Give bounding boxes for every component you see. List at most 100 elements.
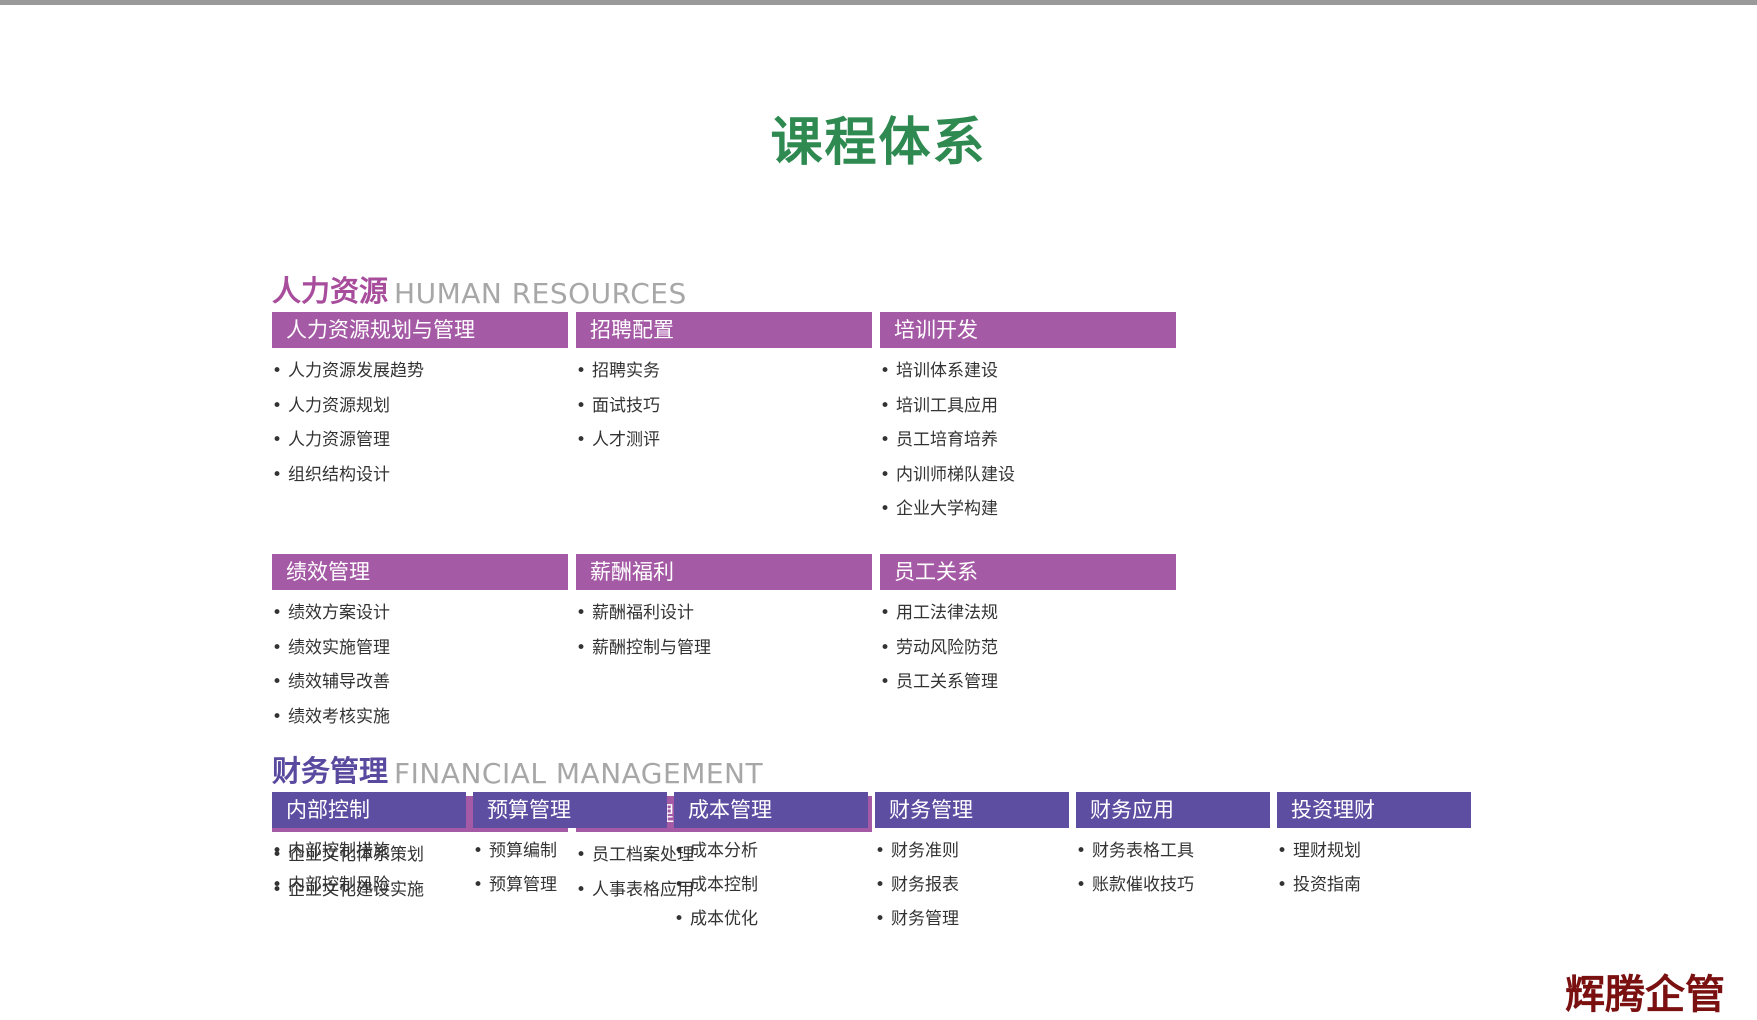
list-item: • 企业大学构建 bbox=[880, 492, 1176, 527]
list-item: • 面试技巧 bbox=[576, 389, 872, 424]
hr-course-list: • 绩效方案设计 • 绩效实施管理 • 绩效辅导改善 • 绩效考核实施 bbox=[272, 596, 568, 734]
list-item: • 绩效方案设计 bbox=[272, 596, 568, 631]
course-label: 成本优化 bbox=[690, 909, 759, 929]
finance-course-list: • 成本分析 • 成本控制 • 成本优化 bbox=[674, 834, 868, 936]
list-item: • 财务报表 bbox=[875, 868, 1069, 902]
bullet-icon: • bbox=[473, 875, 484, 895]
bullet-icon: • bbox=[880, 499, 891, 519]
list-item: • 用工法律法规 bbox=[880, 596, 1176, 631]
list-item: • 组织结构设计 bbox=[272, 458, 568, 493]
bullet-icon: • bbox=[880, 430, 891, 450]
finance-category: 财务管理 • 财务准则 • 财务报表 • 财务管理 bbox=[875, 792, 1069, 936]
course-label: 员工关系管理 bbox=[896, 672, 999, 692]
finance-section-header: 财务管理 FINANCIAL MANAGEMENT bbox=[272, 748, 1474, 792]
list-item: • 人力资源发展趋势 bbox=[272, 354, 568, 389]
course-label: 员工培育培养 bbox=[896, 430, 999, 450]
bullet-icon: • bbox=[272, 430, 283, 450]
list-item: • 账款催收技巧 bbox=[1076, 868, 1270, 902]
hr-category-header: 员工关系 bbox=[880, 554, 1176, 590]
course-label: 理财规划 bbox=[1293, 841, 1362, 861]
hr-course-list: • 培训体系建设 • 培训工具应用 • 员工培育培养 • 内训师梯队建设 • 企业大学构建 bbox=[880, 354, 1176, 527]
list-item: • 绩效实施管理 bbox=[272, 631, 568, 666]
course-label: 财务准则 bbox=[891, 841, 960, 861]
bullet-icon: • bbox=[576, 361, 587, 381]
list-item: • 绩效考核实施 bbox=[272, 700, 568, 735]
finance-course-list: • 理财规划 • 投资指南 bbox=[1277, 834, 1471, 902]
bullet-icon: • bbox=[880, 672, 891, 692]
list-item: • 内部控制措施 bbox=[272, 834, 466, 868]
course-label: 绩效考核实施 bbox=[288, 706, 391, 727]
hr-category-header: 薪酬福利 bbox=[576, 554, 872, 590]
course-label: 账款催收技巧 bbox=[1092, 875, 1195, 895]
course-label: 绩效辅导改善 bbox=[288, 672, 391, 692]
finance-category-header: 投资理财 bbox=[1277, 792, 1471, 828]
hr-category: 招聘配置 • 招聘实务 • 面试技巧 • 人才测评 bbox=[576, 312, 872, 546]
bullet-icon: • bbox=[1277, 841, 1288, 861]
bullet-icon: • bbox=[272, 706, 283, 727]
finance-category: 成本管理 • 成本分析 • 成本控制 • 成本优化 bbox=[674, 792, 868, 936]
course-label: 招聘实务 bbox=[592, 361, 661, 381]
course-label: 预算编制 bbox=[489, 841, 558, 861]
finance-course-list: • 预算编制 • 预算管理 bbox=[473, 834, 667, 902]
finance-category: 预算管理 • 预算编制 • 预算管理 bbox=[473, 792, 667, 936]
list-item: • 成本控制 bbox=[674, 868, 868, 902]
list-item: • 招聘实务 bbox=[576, 354, 872, 389]
bullet-icon: • bbox=[1277, 875, 1288, 895]
course-label: 培训工具应用 bbox=[896, 395, 999, 416]
list-item: • 员工关系管理 bbox=[880, 665, 1176, 700]
course-label: 绩效实施管理 bbox=[288, 637, 391, 658]
hr-category: 薪酬福利 • 薪酬福利设计 • 薪酬控制与管理 bbox=[576, 554, 872, 714]
bullet-icon: • bbox=[473, 841, 484, 861]
hr-category: 培训开发 • 培训体系建设 • 培训工具应用 • 员工培育培养 • 内训师梯队建设 • 企业大学构建 bbox=[880, 312, 1176, 546]
finance-category: 投资理财 • 理财规划 • 投资指南 bbox=[1277, 792, 1471, 936]
course-label: 用工法律法规 bbox=[896, 603, 999, 623]
bullet-icon: • bbox=[875, 875, 886, 895]
list-item: • 薪酬控制与管理 bbox=[576, 631, 872, 666]
hr-category-header: 绩效管理 bbox=[272, 554, 568, 590]
list-item: • 投资指南 bbox=[1277, 868, 1471, 902]
list-item: • 预算编制 bbox=[473, 834, 667, 868]
finance-section: 财务管理 FINANCIAL MANAGEMENT 内部控制 • 内部控制措施 • 内部控… bbox=[272, 748, 1474, 936]
finance-category-header: 预算管理 bbox=[473, 792, 667, 828]
top-border bbox=[0, 0, 1757, 5]
list-item: • 理财规划 bbox=[1277, 834, 1471, 868]
course-label: 预算管理 bbox=[489, 875, 558, 895]
bullet-icon: • bbox=[272, 875, 283, 895]
course-label: 人力资源管理 bbox=[288, 430, 391, 450]
list-item: • 成本优化 bbox=[674, 902, 868, 936]
course-label: 财务报表 bbox=[891, 875, 960, 895]
bullet-icon: • bbox=[576, 430, 587, 450]
list-item: • 人力资源规划 bbox=[272, 389, 568, 424]
list-item: • 人才测评 bbox=[576, 423, 872, 458]
list-item: • 培训体系建设 bbox=[880, 354, 1176, 389]
bullet-icon: • bbox=[272, 841, 283, 861]
course-label: 培训体系建设 bbox=[896, 361, 999, 381]
bullet-icon: • bbox=[674, 875, 685, 895]
footer-brand: 辉腾企管 bbox=[1565, 971, 1725, 1018]
hr-category: 人力资源规划与管理 • 人力资源发展趋势 • 人力资源规划 • 人力资源管理 • 组织结构设计 bbox=[272, 312, 568, 546]
hr-course-list: • 薪酬福利设计 • 薪酬控制与管理 bbox=[576, 596, 872, 665]
bullet-icon: • bbox=[880, 464, 891, 485]
bullet-icon: • bbox=[272, 672, 283, 692]
list-item: • 劳动风险防范 bbox=[880, 631, 1176, 666]
bullet-icon: • bbox=[880, 361, 891, 381]
bullet-icon: • bbox=[674, 909, 685, 929]
course-label: 成本控制 bbox=[690, 875, 759, 895]
bullet-icon: • bbox=[272, 637, 283, 658]
bullet-icon: • bbox=[674, 841, 685, 861]
hr-section-title-en: HUMAN RESOURCES bbox=[394, 277, 687, 310]
course-label: 面试技巧 bbox=[592, 395, 661, 416]
course-label: 劳动风险防范 bbox=[896, 637, 999, 658]
course-label: 内部控制措施 bbox=[288, 841, 391, 861]
course-label: 绩效方案设计 bbox=[288, 603, 391, 623]
finance-section-title-en: FINANCIAL MANAGEMENT bbox=[394, 757, 764, 790]
hr-course-list: • 用工法律法规 • 劳动风险防范 • 员工关系管理 bbox=[880, 596, 1176, 700]
list-item: • 薪酬福利设计 bbox=[576, 596, 872, 631]
finance-course-list: • 财务准则 • 财务报表 • 财务管理 bbox=[875, 834, 1069, 936]
hr-course-list: • 招聘实务 • 面试技巧 • 人才测评 bbox=[576, 354, 872, 458]
bullet-icon: • bbox=[272, 464, 283, 485]
bullet-icon: • bbox=[880, 637, 891, 658]
finance-section-title-zh: 财务管理 bbox=[272, 754, 389, 788]
course-label: 投资指南 bbox=[1293, 875, 1362, 895]
course-label: 薪酬福利设计 bbox=[592, 603, 695, 623]
